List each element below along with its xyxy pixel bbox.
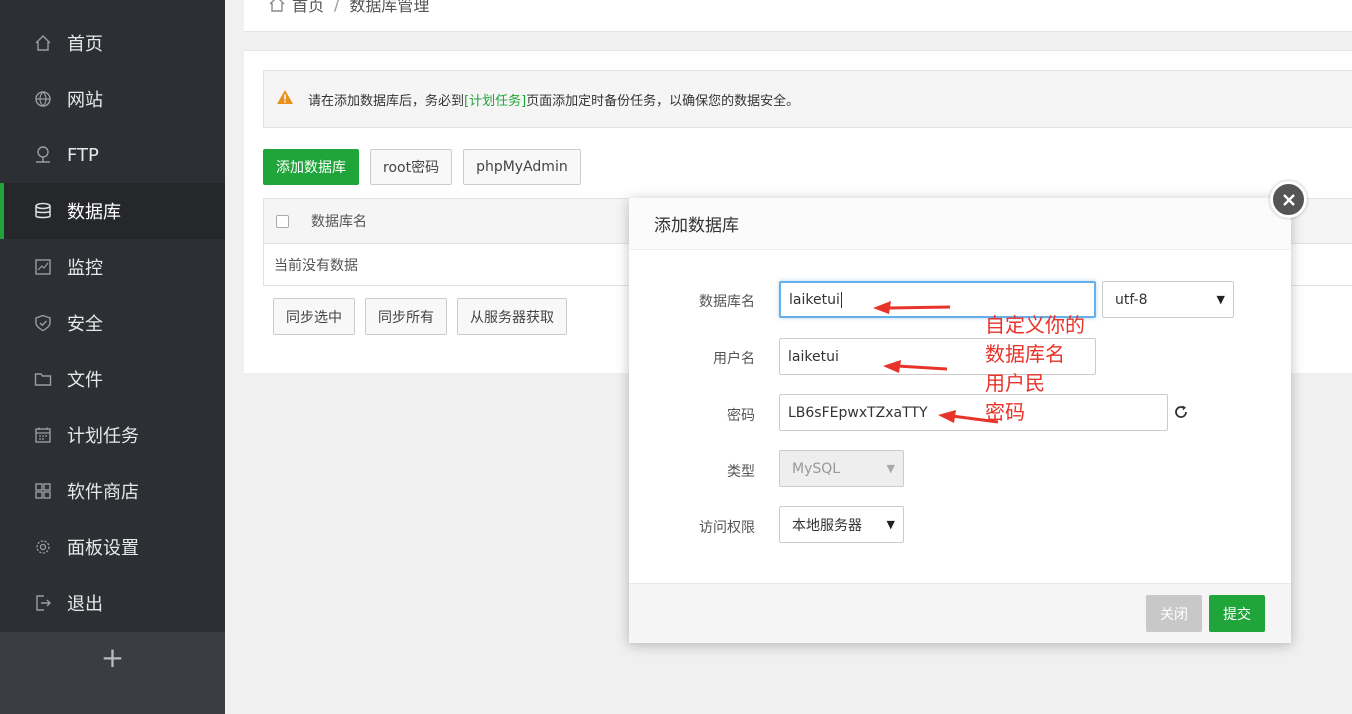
breadcrumb-home[interactable]: 首页 [292,0,324,16]
warning-icon [276,89,294,109]
sidebar-item-label: 面板设置 [67,538,139,559]
sidebar-item-label: 首页 [67,34,103,55]
sidebar-nav: 首页 网站 FTP 数据库 监控 安全 文件 计划任务 软件商店 面板设置 退出 [0,15,225,631]
sidebar-item-label: 计划任务 [67,426,139,447]
sidebar-item-label: 监控 [67,258,103,279]
sidebar-item-label: 网站 [67,90,103,111]
dialog-title: 添加数据库 [629,198,1291,250]
sidebar-item-database[interactable]: 数据库 [0,183,225,239]
ftp-icon [33,145,53,165]
username-value: laiketui [788,348,839,365]
chevron-down-icon: ▼ [886,518,895,531]
charset-select[interactable]: utf-8 ▼ [1102,281,1234,318]
empty-text: 当前没有数据 [274,257,358,274]
add-button[interactable]: + [101,644,124,714]
sidebar-item-label: 安全 [67,314,103,335]
top-bar: 首页 / 数据库管理 [244,0,1352,32]
annotation-line: 用户民 [985,371,1045,395]
sidebar-item-label: 退出 [67,594,103,615]
table-actions: 同步选中 同步所有 从服务器获取 [273,298,567,335]
sidebar-item-label: FTP [67,144,99,166]
username-label: 用户名 [713,351,755,367]
sidebar-item-label: 数据库 [67,202,121,223]
chevron-down-icon: ▼ [886,462,895,475]
monitor-icon [33,257,53,277]
alert-text-pre: 请在添加数据库后，务必到 [308,93,465,109]
root-password-button[interactable]: root密码 [370,149,453,185]
sync-all-button[interactable]: 同步所有 [365,298,447,335]
annotation-arrow-icon [873,301,951,314]
folder-icon [33,369,53,389]
shield-icon [33,313,53,333]
password-label: 密码 [727,408,755,424]
sidebar-item-security[interactable]: 安全 [0,295,225,351]
type-select: MySQL ▼ [779,450,904,487]
dialog-footer: 关闭 提交 [629,583,1291,643]
add-database-button[interactable]: 添加数据库 [263,149,359,185]
charset-value: utf-8 [1115,291,1148,308]
home-icon [33,33,53,53]
breadcrumb: 首页 / 数据库管理 [268,0,429,16]
globe-icon [33,89,53,109]
db-name-label: 数据库名 [699,294,755,310]
password-value: LB6sFEpwxTZxaTTY [788,404,928,421]
select-all-checkbox[interactable] [276,214,289,228]
sidebar-item-logout[interactable]: 退出 [0,575,225,631]
submit-button[interactable]: 提交 [1209,595,1265,632]
sidebar-item-website[interactable]: 网站 [0,71,225,127]
text-cursor [840,291,842,308]
column-header-name: 数据库名 [311,214,367,230]
db-name-value: laiketui [789,291,840,308]
gear-icon [33,537,53,557]
sidebar-item-home[interactable]: 首页 [0,15,225,71]
annotation-text: 自定义你的 数据库名 用户民 密码 [985,311,1085,427]
dialog-close-icon[interactable] [1270,181,1307,218]
sidebar-item-cron[interactable]: 计划任务 [0,407,225,463]
sync-selected-button[interactable]: 同步选中 [273,298,355,335]
chevron-down-icon: ▼ [1216,293,1225,306]
sidebar-item-label: 软件商店 [67,482,139,503]
type-label: 类型 [727,464,755,480]
backup-alert: 请在添加数据库后，务必到 [计划任务] 页面添加定时备份任务，以确保您的数据安全。 [263,70,1352,128]
access-label: 访问权限 [699,520,755,536]
sidebar-item-ftp[interactable]: FTP [0,127,225,183]
annotation-line: 密码 [985,400,1025,424]
annotation-line: 数据库名 [985,342,1065,366]
close-button[interactable]: 关闭 [1146,595,1202,632]
sidebar-item-label: 文件 [67,370,103,391]
calendar-icon [33,425,53,445]
sidebar-item-monitor[interactable]: 监控 [0,239,225,295]
refresh-icon[interactable] [1173,404,1189,420]
sidebar-item-files[interactable]: 文件 [0,351,225,407]
breadcrumb-separator: / [334,0,340,14]
sidebar-item-store[interactable]: 软件商店 [0,463,225,519]
annotation-arrow-icon [883,360,948,373]
logout-icon [33,593,53,613]
sidebar: 首页 网站 FTP 数据库 监控 安全 文件 计划任务 软件商店 面板设置 退出… [0,0,225,714]
cron-link[interactable]: [计划任务] [464,90,526,109]
apps-icon [33,481,53,501]
sidebar-item-settings[interactable]: 面板设置 [0,519,225,575]
access-value: 本地服务器 [792,517,862,534]
fetch-from-server-button[interactable]: 从服务器获取 [457,298,567,335]
type-value: MySQL [792,460,841,477]
alert-text-post: 页面添加定时备份任务，以确保您的数据安全。 [526,93,800,109]
toolbar: 添加数据库 root密码 phpMyAdmin [263,149,581,185]
annotation-line: 自定义你的 [985,313,1085,337]
sidebar-add-area: + [0,632,225,714]
access-select[interactable]: 本地服务器 ▼ [779,506,904,543]
home-icon[interactable] [268,0,286,13]
phpmyadmin-button[interactable]: phpMyAdmin [463,149,581,185]
database-icon [33,201,53,221]
breadcrumb-current: 数据库管理 [349,0,430,15]
